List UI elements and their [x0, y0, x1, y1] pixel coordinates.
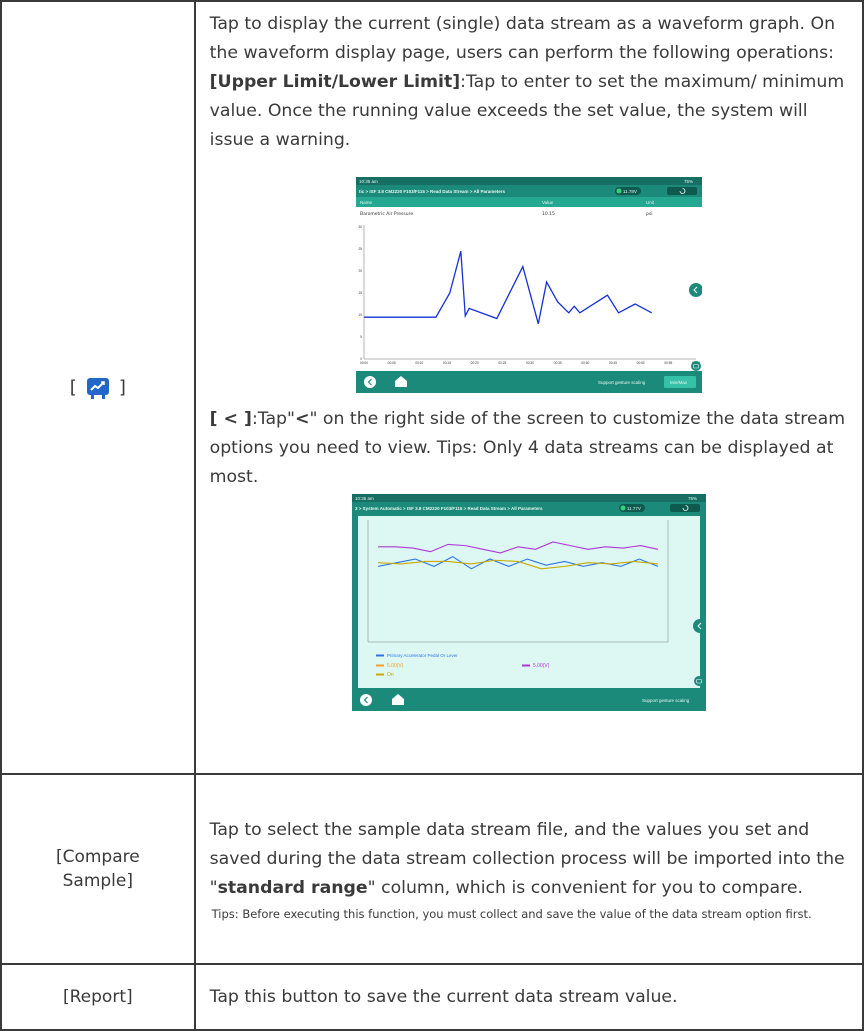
less-than-label: [ < ] — [209, 409, 252, 429]
function-table: [ ] Tap to display the current (single) … — [0, 0, 864, 1031]
waveform-intro: Tap to display the current (single) data… — [209, 14, 836, 63]
legend-swatch — [521, 664, 530, 667]
y-tick-label: 5 — [360, 335, 362, 339]
x-tick-label: 00:20 — [470, 361, 478, 365]
x-tick-label: 00:00 — [360, 361, 368, 365]
legend-swatch — [375, 664, 384, 667]
legend-label: 5.00(V) — [533, 663, 550, 669]
compare-sample-description: Tap to select the sample data stream fil… — [193, 773, 864, 965]
voltage: 11.78V — [623, 189, 637, 194]
x-tick-label: 00:40 — [581, 361, 589, 365]
waveform-description-cell: Tap to display the current (single) data… — [193, 0, 864, 775]
waveform-screenshot: 10:35 am 75% tic > ISF 3.8 CM2220 F103/F… — [355, 177, 702, 393]
back-button[interactable] — [363, 376, 376, 388]
back-button-2[interactable] — [359, 694, 372, 706]
compare-sample-button[interactable]: [Compare Sample] — [22, 845, 174, 893]
row-name: Barometric Air Pressure — [360, 211, 413, 217]
report-cell: [Report] — [0, 963, 196, 1031]
y-tick-label: 10 — [358, 313, 362, 317]
compare-sample-cell: [Compare Sample] — [0, 773, 196, 965]
status-time: 10:35 am — [359, 179, 378, 184]
status-time-2: 10:35 am — [355, 496, 374, 501]
voltage-2: 11.77V — [627, 506, 641, 511]
col-name: Name — [360, 200, 373, 205]
report-text: Tap this button to save the current data… — [209, 986, 678, 1007]
legend-swatch — [375, 654, 384, 657]
legend-label: Primary Accelerator Pedal Or Lever — [387, 653, 458, 658]
bracket-close: ] — [118, 377, 126, 398]
y-tick-label: 30 — [358, 225, 362, 229]
y-tick-label: 20 — [358, 269, 362, 273]
x-tick-label: 00:05 — [387, 361, 395, 365]
y-tick-label: 15 — [358, 291, 362, 295]
x-tick-label: 00:15 — [443, 361, 451, 365]
status-battery: 75% — [684, 179, 693, 184]
breadcrumb: tic > ISF 3.8 CM2220 F103/F115 > Read Da… — [359, 189, 506, 194]
compare-text-b: " column, which is convenient for you to… — [367, 877, 803, 898]
x-tick-label: 00:50 — [636, 361, 644, 365]
legend-swatch — [375, 673, 384, 676]
less-than-text-a: :Tap" — [251, 409, 295, 429]
x-tick-label: 00:45 — [609, 361, 617, 365]
waveform-button-cell: [ ] — [0, 0, 196, 775]
camera-button-2[interactable] — [693, 676, 704, 686]
breadcrumb-2: 3 > System Automatic > ISF 3.8 CM2220 F1… — [355, 506, 543, 511]
x-tick-label: 00:10 — [415, 361, 423, 365]
minmax-label: Min/Max — [670, 380, 688, 385]
camera-button[interactable] — [690, 361, 701, 371]
multi-stream-screenshot: 10:35 am 75% 3 > System Automatic > ISF … — [351, 494, 706, 711]
gesture-hint-2: Support gesture scaling — [642, 698, 690, 703]
waveform-button-label: [ ] — [70, 375, 126, 401]
report-description: Tap this button to save the current data… — [193, 963, 864, 1031]
x-tick-label: 00:55 — [664, 361, 672, 365]
less-than-symbol: < — [294, 409, 310, 429]
col-value: Value — [542, 200, 554, 205]
legend-label: On — [387, 672, 394, 678]
waveform-chart-icon[interactable] — [85, 375, 111, 401]
status-battery-2: 75% — [688, 496, 697, 501]
x-tick-label: 00:35 — [553, 361, 561, 365]
col-unit: Unit — [646, 200, 655, 205]
upper-limit-label: [Upper Limit/Lower Limit] — [209, 72, 461, 92]
row-unit: psi — [646, 211, 652, 217]
x-tick-label: 00:25 — [498, 361, 506, 365]
report-button[interactable]: [Report] — [2, 987, 194, 1007]
y-tick-label: 25 — [358, 247, 362, 251]
compare-tips: Tips: Before executing this function, yo… — [211, 906, 812, 921]
compare-text-bold: standard range — [217, 877, 368, 898]
bracket-open: [ — [69, 377, 77, 398]
gesture-hint: Support gesture scaling — [598, 380, 646, 385]
row-value: 10.15 — [542, 211, 555, 217]
legend-label: 5.00(V) — [387, 663, 404, 669]
x-tick-label: 00:30 — [526, 361, 534, 365]
